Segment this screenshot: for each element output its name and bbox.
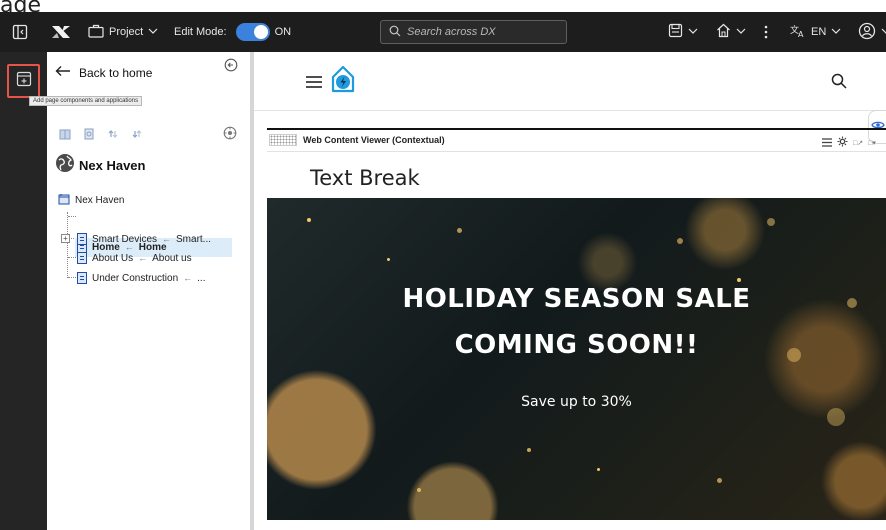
site-name: Nex Haven — [79, 158, 146, 173]
edit-mode-state: ON — [274, 26, 292, 38]
page-canvas: Web Content Viewer (Contextual) □↗ □▾ Te… — [254, 52, 886, 530]
globe-icon — [55, 153, 75, 178]
tree-line — [68, 277, 76, 278]
tree-item-under-construction[interactable]: Under Construction ← ... — [77, 272, 206, 284]
chevron-down-icon — [688, 26, 698, 38]
back-to-home-link[interactable]: Back to home — [55, 65, 152, 80]
alias-arrow-icon: ← — [162, 234, 172, 244]
site-navigation-panel: Back to home Nex Haven Nex Haven Home ← … — [47, 52, 251, 530]
move-up-icon[interactable] — [107, 127, 119, 145]
tree-item-nex-haven[interactable]: Nex Haven — [58, 193, 124, 208]
home-menu[interactable] — [716, 12, 746, 52]
save-icon — [668, 23, 683, 41]
tree-item-alias: About us — [152, 252, 192, 264]
language-label: EN — [811, 26, 827, 38]
edit-mode-toggle[interactable] — [235, 23, 270, 41]
save-menu[interactable] — [668, 12, 698, 52]
add-page-components-button[interactable] — [7, 64, 40, 98]
content-title: Text Break — [310, 166, 420, 190]
move-down-icon[interactable] — [131, 127, 143, 145]
hamburger-menu-icon[interactable] — [306, 75, 322, 93]
bokeh-light — [767, 218, 775, 226]
site-search-icon[interactable] — [831, 73, 847, 94]
edit-mode-label: Edit Mode: — [174, 26, 227, 38]
banner-headline-line1: HOLIDAY SEASON SALE — [402, 284, 751, 314]
add-component-icon — [16, 71, 32, 92]
project-label: Project — [109, 26, 144, 38]
tree-item-label: About Us — [92, 252, 134, 264]
tree-line — [67, 212, 68, 278]
site-header: Nex Haven — [55, 153, 145, 178]
home-icon — [716, 23, 731, 41]
site-logo-icon[interactable] — [330, 64, 356, 99]
site-root-icon — [58, 193, 70, 208]
user-menu[interactable] — [858, 12, 886, 52]
portlet-actions: □↗ □▾ — [822, 134, 876, 152]
new-page-icon[interactable] — [59, 127, 71, 145]
alias-arrow-icon: ← — [183, 273, 193, 283]
cropped-heading-fragment: age — [0, 0, 41, 12]
expand-toggle-icon[interactable]: + — [61, 234, 70, 243]
back-to-home-label: Back to home — [79, 65, 153, 80]
portlet-menu-icon[interactable] — [822, 134, 832, 152]
panel-toolbar — [59, 127, 143, 145]
language-menu[interactable]: 文A EN — [790, 12, 841, 52]
search-placeholder: Search across DX — [407, 26, 496, 38]
edit-mode-control: Edit Mode: ON — [174, 12, 291, 52]
tree-line — [68, 216, 76, 217]
bokeh-light — [417, 488, 421, 492]
user-avatar-icon — [858, 22, 876, 43]
top-toolbar: Project Edit Mode: ON Search across DX 文… — [0, 12, 886, 52]
tree-item-alias: Smart... — [176, 233, 212, 245]
bokeh-light — [387, 258, 390, 261]
bokeh-light — [527, 448, 531, 452]
page-icon — [77, 233, 87, 245]
tree-line — [68, 257, 76, 258]
project-menu[interactable]: Project — [88, 12, 158, 52]
tree-item-label: Smart Devices — [92, 233, 158, 245]
portlet-header: Web Content Viewer (Contextual) □↗ □▾ — [267, 130, 886, 152]
chevron-down-icon — [831, 26, 841, 38]
add-components-tooltip: Add page components and applications — [29, 96, 143, 106]
portlet-settings-icon[interactable] — [837, 134, 848, 152]
briefcase-icon — [88, 24, 104, 41]
chevron-down-icon — [881, 26, 886, 38]
banner-subtitle: Save up to 30% — [521, 394, 632, 410]
banner-headline-line2: COMING SOON!! — [454, 330, 699, 360]
search-input[interactable]: Search across DX — [380, 20, 567, 44]
left-rail — [0, 52, 47, 530]
portlet-more-icon[interactable]: □▾ — [868, 139, 876, 147]
bokeh-light — [307, 218, 311, 222]
arrow-left-icon — [55, 65, 71, 80]
bokeh-light — [457, 228, 462, 233]
tree-item-label: Nex Haven — [75, 195, 125, 206]
site-settings-icon[interactable] — [223, 126, 237, 145]
search-icon — [389, 25, 401, 40]
alias-arrow-icon: ← — [138, 253, 148, 263]
tree-item-alias: ... — [197, 272, 206, 284]
page-icon — [77, 252, 87, 264]
tree-item-label: Under Construction — [92, 272, 179, 284]
chevron-down-icon — [148, 26, 158, 38]
page-icon — [77, 272, 87, 284]
bokeh-light — [737, 278, 741, 282]
bokeh-light — [717, 478, 722, 483]
tree-item-smart-devices[interactable]: Smart Devices ← Smart... — [77, 233, 211, 245]
translate-icon: 文A — [790, 24, 806, 41]
holiday-sale-banner: HOLIDAY SEASON SALE COMING SOON!! Save u… — [267, 198, 886, 520]
dx-logo-icon — [50, 12, 72, 52]
chevron-down-icon — [736, 26, 746, 38]
bokeh-light — [597, 468, 600, 471]
toggle-sidebar-icon[interactable] — [12, 12, 28, 52]
collapse-panel-icon[interactable] — [224, 58, 238, 77]
bokeh-light — [827, 408, 845, 426]
bokeh-light — [677, 238, 683, 244]
portlet-layout-icon[interactable]: □↗ — [853, 139, 863, 147]
more-options-icon[interactable] — [764, 12, 768, 52]
svg-text:A: A — [798, 30, 804, 38]
portlet-title: Web Content Viewer (Contextual) — [303, 135, 445, 145]
tree-item-about-us[interactable]: About Us ← About us — [77, 252, 192, 264]
drag-handle[interactable] — [269, 134, 297, 146]
page-properties-icon[interactable] — [83, 127, 95, 145]
